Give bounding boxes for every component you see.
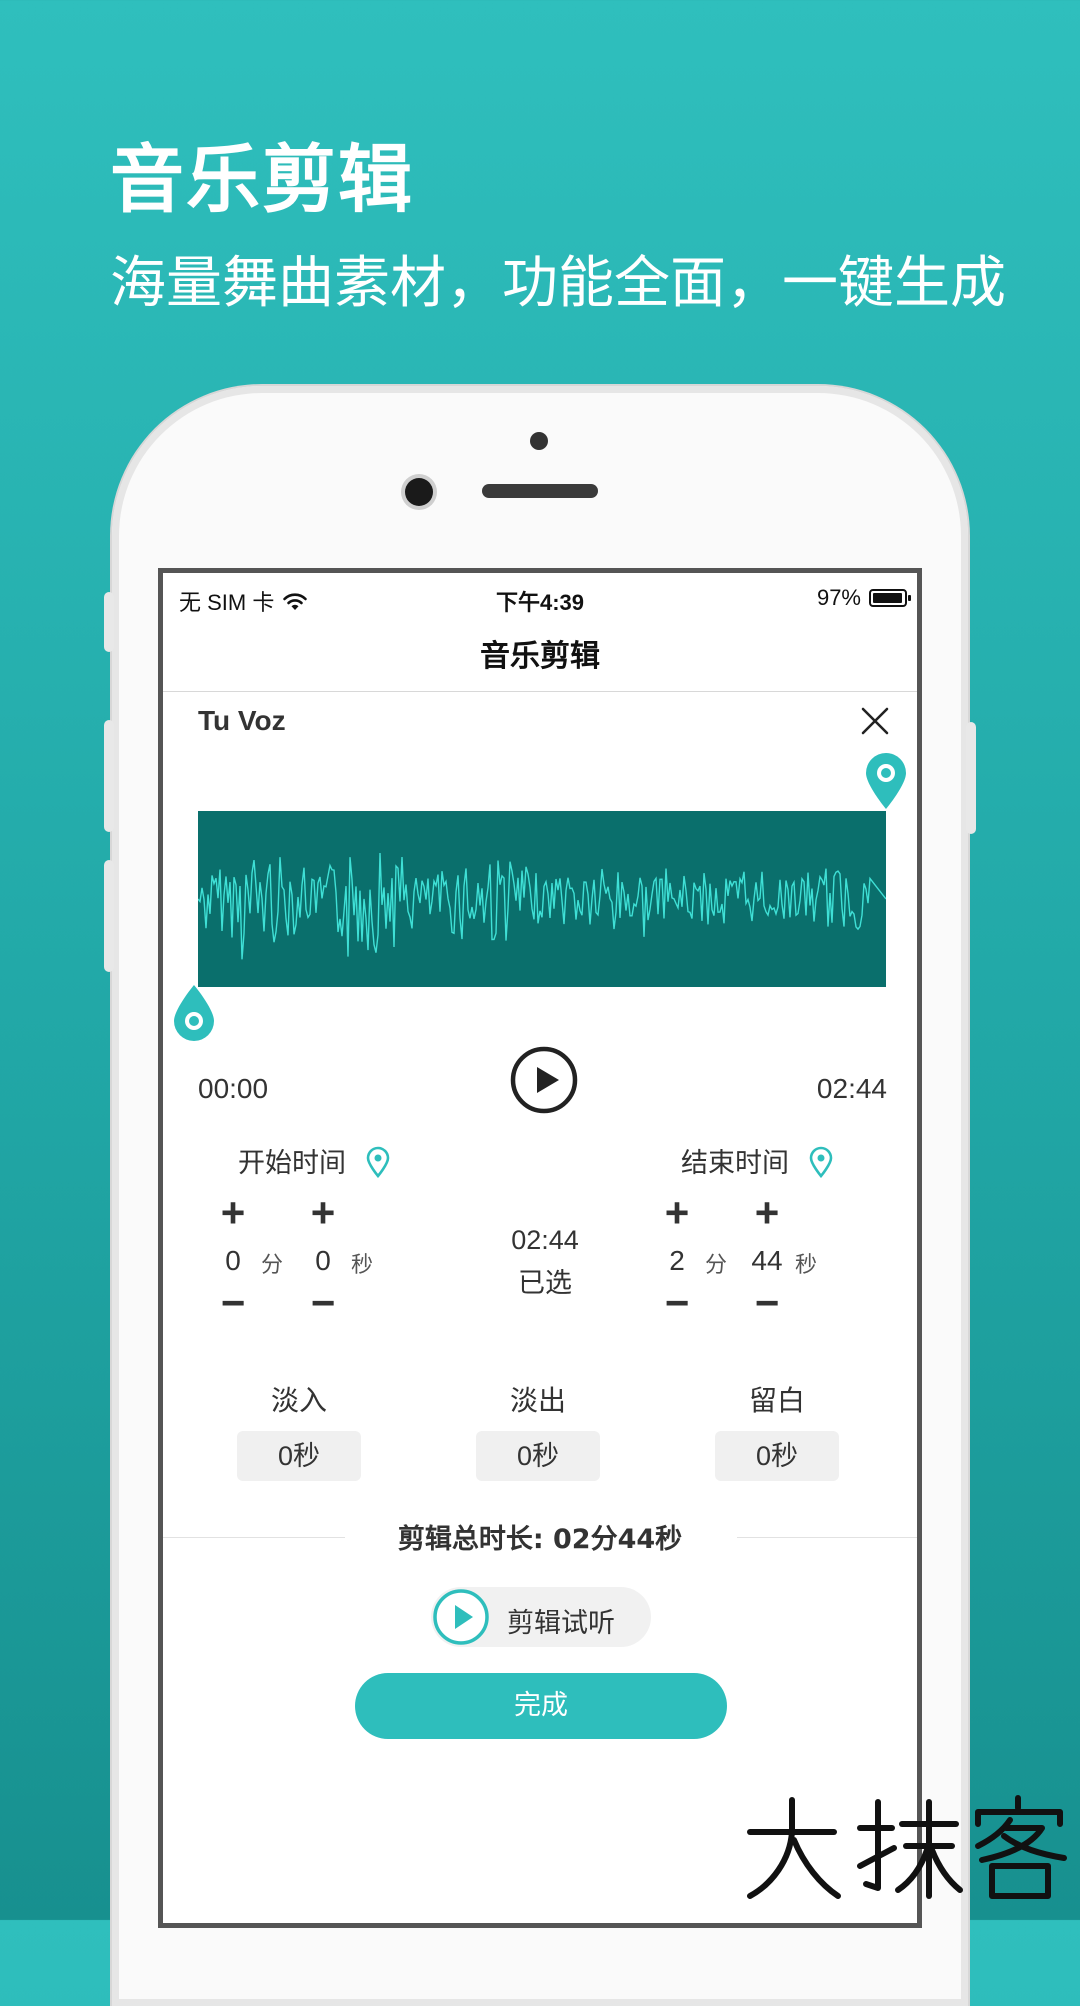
end-time-label: 结束时间 <box>681 1141 834 1180</box>
phone-power-button <box>966 722 976 834</box>
start-minutes-value: 0 <box>225 1245 241 1276</box>
fade-out-value-button[interactable]: 0秒 <box>476 1431 600 1481</box>
end-minutes-plus-button[interactable]: + <box>657 1192 697 1234</box>
time-start-label: 00:00 <box>198 1073 269 1104</box>
start-minutes-unit: 分 <box>261 1253 284 1278</box>
start-seconds-unit: 秒 <box>351 1253 374 1278</box>
selected-label: 已选 <box>518 1268 572 1299</box>
end-marker-pin-icon[interactable] <box>863 751 909 811</box>
phone-mute-switch <box>104 592 114 652</box>
nav-title: 音乐剪辑 <box>163 623 917 692</box>
total-duration-text: 剪辑总时长: 02分44秒 <box>397 1524 683 1555</box>
fade-in-value-button[interactable]: 0秒 <box>237 1431 361 1481</box>
fade-out-label: 淡出 <box>509 1384 566 1417</box>
waveform-graphic <box>197 852 887 960</box>
phone-volume-up <box>104 720 114 832</box>
end-seconds-value: 44 <box>751 1245 783 1276</box>
time-end-label: 02:44 <box>816 1073 887 1104</box>
location-pin-icon[interactable] <box>365 1146 391 1179</box>
song-title: Tu Voz <box>198 705 286 736</box>
start-marker-pin-icon[interactable] <box>171 983 217 1043</box>
end-seconds-plus-button[interactable]: + <box>747 1192 787 1234</box>
waveform-line <box>197 852 887 960</box>
promo-subtitle: 海量舞曲素材，功能全面，一键生成 <box>110 251 1006 316</box>
fade-in-label: 淡入 <box>270 1384 327 1417</box>
done-button[interactable]: 完成 <box>355 1673 727 1739</box>
end-minutes-minus-button[interactable]: − <box>657 1282 697 1324</box>
start-minutes-minus-button[interactable]: − <box>213 1282 253 1324</box>
end-time-text: 结束时间 <box>681 1148 789 1179</box>
padding-value-button[interactable]: 0秒 <box>715 1431 839 1481</box>
end-minutes-value: 2 <box>669 1245 685 1276</box>
battery-icon <box>869 589 911 607</box>
battery-fill <box>873 593 902 603</box>
start-time-label: 开始时间 <box>238 1141 391 1180</box>
start-seconds-value: 0 <box>315 1245 331 1276</box>
padding-label: 留白 <box>748 1384 805 1417</box>
start-minutes-plus-button[interactable]: + <box>213 1192 253 1234</box>
play-icon <box>433 1589 489 1645</box>
app-screen: 无 SIM 卡 下午4:39 97% 音乐剪辑 Tu Voz 00:00 02:… <box>158 568 922 1928</box>
close-icon[interactable] <box>855 701 895 741</box>
status-battery-text: 97% <box>816 585 861 610</box>
end-minutes-unit: 分 <box>705 1253 728 1278</box>
phone-camera <box>405 478 433 506</box>
status-time: 下午4:39 <box>495 590 585 615</box>
preview-button[interactable]: 剪辑试听 <box>431 1587 651 1647</box>
promo-title: 音乐剪辑 <box>110 137 414 223</box>
selected-duration: 02:44 <box>511 1225 579 1255</box>
end-seconds-minus-button[interactable]: − <box>747 1282 787 1324</box>
status-bar: 无 SIM 卡 下午4:39 97% <box>163 573 917 623</box>
phone-speaker <box>482 484 598 498</box>
waveform[interactable] <box>197 811 887 987</box>
end-seconds-unit: 秒 <box>795 1253 818 1278</box>
start-time-text: 开始时间 <box>238 1148 346 1179</box>
phone-volume-down <box>104 860 114 972</box>
phone-sensor <box>530 432 548 450</box>
preview-button-label: 剪辑试听 <box>507 1608 615 1639</box>
location-pin-icon[interactable] <box>808 1146 834 1179</box>
play-button-icon[interactable] <box>509 1045 579 1115</box>
start-seconds-plus-button[interactable]: + <box>303 1192 343 1234</box>
start-seconds-minus-button[interactable]: − <box>303 1282 343 1324</box>
watermark-logo <box>747 1795 1067 1899</box>
